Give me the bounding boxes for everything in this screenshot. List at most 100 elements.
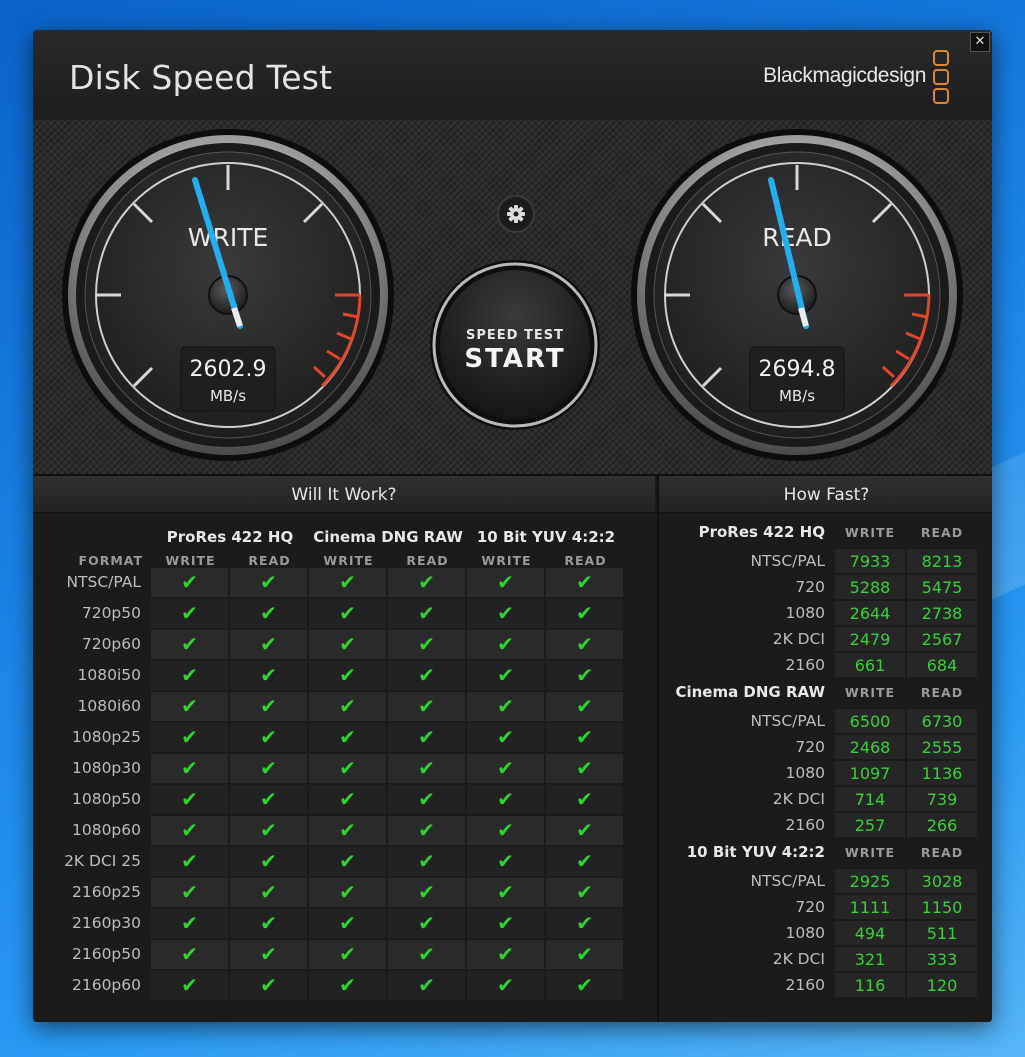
- column-header-read: READ: [406, 553, 449, 568]
- check-icon: ✔: [339, 787, 356, 811]
- check-icon: ✔: [418, 632, 435, 656]
- check-icon: ✔: [181, 849, 198, 873]
- check-icon: ✔: [181, 725, 198, 749]
- start-button[interactable]: SPEED TEST START: [430, 260, 600, 430]
- check-icon: ✔: [497, 911, 514, 935]
- will-it-work-title: Will It Work?: [33, 476, 655, 513]
- settings-button[interactable]: [497, 195, 535, 233]
- speed-row-label: 2K DCI: [772, 950, 825, 968]
- check-icon: ✔: [339, 663, 356, 687]
- check-icon: ✔: [260, 663, 277, 687]
- check-icon: ✔: [260, 942, 277, 966]
- check-icon: ✔: [418, 601, 435, 625]
- check-icon: ✔: [260, 632, 277, 656]
- read-speed-value: 2694.8: [759, 357, 836, 382]
- check-icon: ✔: [181, 880, 198, 904]
- format-row-label: 1080p30: [71, 759, 141, 777]
- read-fps-value: 739: [926, 790, 958, 809]
- check-icon: ✔: [497, 601, 514, 625]
- check-icon: ✔: [418, 756, 435, 780]
- speed-row-label: 2160: [785, 816, 825, 834]
- column-header-write: WRITE: [323, 553, 374, 568]
- disk-speed-test-window: Disk Speed Test Blackmagicdesign ✕ WRITE…: [33, 30, 992, 1022]
- format-row-label: 2160p60: [71, 976, 141, 994]
- results-area: Will It Work? ProRes 422 HQ WRITE READ Cine…: [33, 476, 992, 1022]
- how-fast-title: How Fast?: [659, 476, 992, 513]
- gear-icon: [507, 205, 525, 223]
- read-speed-unit: MB/s: [779, 387, 815, 405]
- write-fps-value: 2644: [849, 604, 891, 623]
- check-icon: ✔: [576, 725, 593, 749]
- format-group-header: 10 Bit YUV 4:2:2: [476, 528, 616, 546]
- check-icon: ✔: [497, 849, 514, 873]
- speed-row-label: 2160: [785, 976, 825, 994]
- check-icon: ✔: [418, 942, 435, 966]
- read-fps-value: 266: [926, 816, 958, 835]
- check-icon: ✔: [181, 818, 198, 842]
- check-icon: ✔: [497, 756, 514, 780]
- check-icon: ✔: [418, 570, 435, 594]
- check-icon: ✔: [418, 849, 435, 873]
- check-icon: ✔: [339, 756, 356, 780]
- start-button-line1: SPEED TEST: [466, 328, 564, 343]
- check-icon: ✔: [576, 756, 593, 780]
- speed-column-header-write: WRITE: [844, 685, 896, 700]
- check-icon: ✔: [339, 725, 356, 749]
- speed-row-label: 720: [795, 898, 825, 916]
- start-button-line2: START: [464, 344, 565, 374]
- check-icon: ✔: [260, 570, 277, 594]
- check-icon: ✔: [181, 942, 198, 966]
- write-fps-value: 116: [854, 976, 886, 995]
- speed-column-header-read: READ: [920, 845, 964, 860]
- check-icon: ✔: [181, 911, 198, 935]
- close-button[interactable]: ✕: [970, 32, 990, 52]
- title-bar: Disk Speed Test Blackmagicdesign ✕: [33, 30, 992, 121]
- check-icon: ✔: [339, 694, 356, 718]
- check-icon: ✔: [260, 880, 277, 904]
- speed-row-label: NTSC/PAL: [750, 872, 825, 890]
- check-icon: ✔: [576, 694, 593, 718]
- check-icon: ✔: [260, 601, 277, 625]
- check-icon: ✔: [260, 849, 277, 873]
- check-icon: ✔: [339, 632, 356, 656]
- write-fps-value: 2479: [849, 630, 891, 649]
- check-icon: ✔: [497, 818, 514, 842]
- format-row-label: 1080p25: [71, 728, 141, 746]
- format-row-label: 1080p50: [71, 790, 141, 808]
- check-icon: ✔: [260, 756, 277, 780]
- read-gauge-label: READ: [762, 223, 832, 252]
- read-fps-value: 6730: [921, 712, 963, 731]
- read-fps-value: 511: [926, 924, 958, 943]
- read-fps-value: 2567: [921, 630, 963, 649]
- format-row-label: 2160p50: [71, 945, 141, 963]
- read-fps-value: 684: [926, 656, 958, 675]
- format-row-label: 720p60: [81, 635, 141, 653]
- speed-row-label: 2160: [785, 656, 825, 674]
- speed-row-label: 1080: [785, 764, 825, 782]
- speed-row-label: 1080: [785, 604, 825, 622]
- check-icon: ✔: [576, 601, 593, 625]
- format-row-label: 720p50: [81, 604, 141, 622]
- speed-group-header: Cinema DNG RAW: [675, 683, 825, 701]
- check-icon: ✔: [339, 973, 356, 997]
- write-fps-value: 6500: [849, 712, 891, 731]
- check-icon: ✔: [181, 973, 198, 997]
- write-fps-value: 257: [854, 816, 886, 835]
- read-fps-value: 120: [926, 976, 958, 995]
- check-icon: ✔: [339, 942, 356, 966]
- check-icon: ✔: [339, 570, 356, 594]
- speed-row-label: NTSC/PAL: [750, 552, 825, 570]
- write-fps-value: 1097: [849, 764, 891, 783]
- check-icon: ✔: [497, 663, 514, 687]
- column-header-write: WRITE: [165, 553, 216, 568]
- check-icon: ✔: [181, 756, 198, 780]
- format-row-label: NTSC/PAL: [66, 573, 141, 591]
- write-gauge-label: WRITE: [188, 223, 269, 252]
- read-fps-value: 1150: [921, 898, 963, 917]
- check-icon: ✔: [576, 570, 593, 594]
- how-fast-table: ProRes 422 HQ WRITE READ NTSC/PAL 7933 8213 72…: [659, 513, 992, 1022]
- check-icon: ✔: [576, 849, 593, 873]
- speed-column-header-write: WRITE: [844, 525, 896, 540]
- format-column-header: FORMAT: [78, 553, 143, 568]
- check-icon: ✔: [497, 570, 514, 594]
